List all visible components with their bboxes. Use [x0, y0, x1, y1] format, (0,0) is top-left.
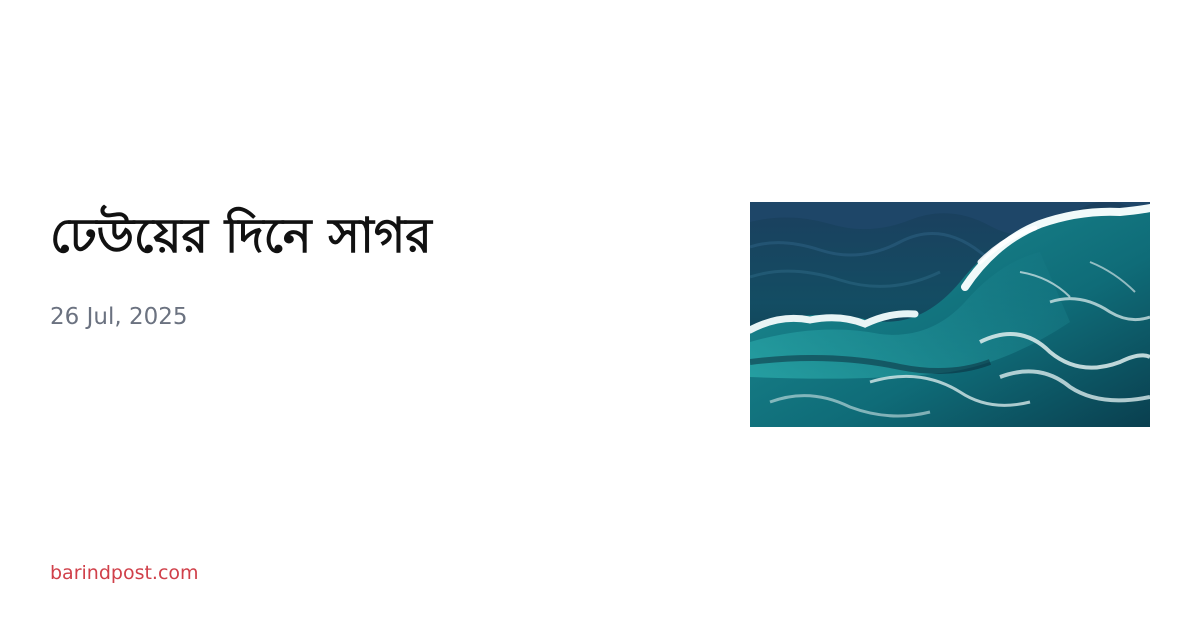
article-title: ঢেউয়ের দিনে সাগর	[50, 208, 432, 264]
ocean-wave-image	[750, 202, 1150, 427]
article-date: 26 Jul, 2025	[50, 304, 188, 330]
site-domain: barindpost.com	[50, 562, 199, 584]
share-card: ঢেউয়ের দিনে সাগর 26 Jul, 2025 barindpos…	[0, 0, 1200, 630]
